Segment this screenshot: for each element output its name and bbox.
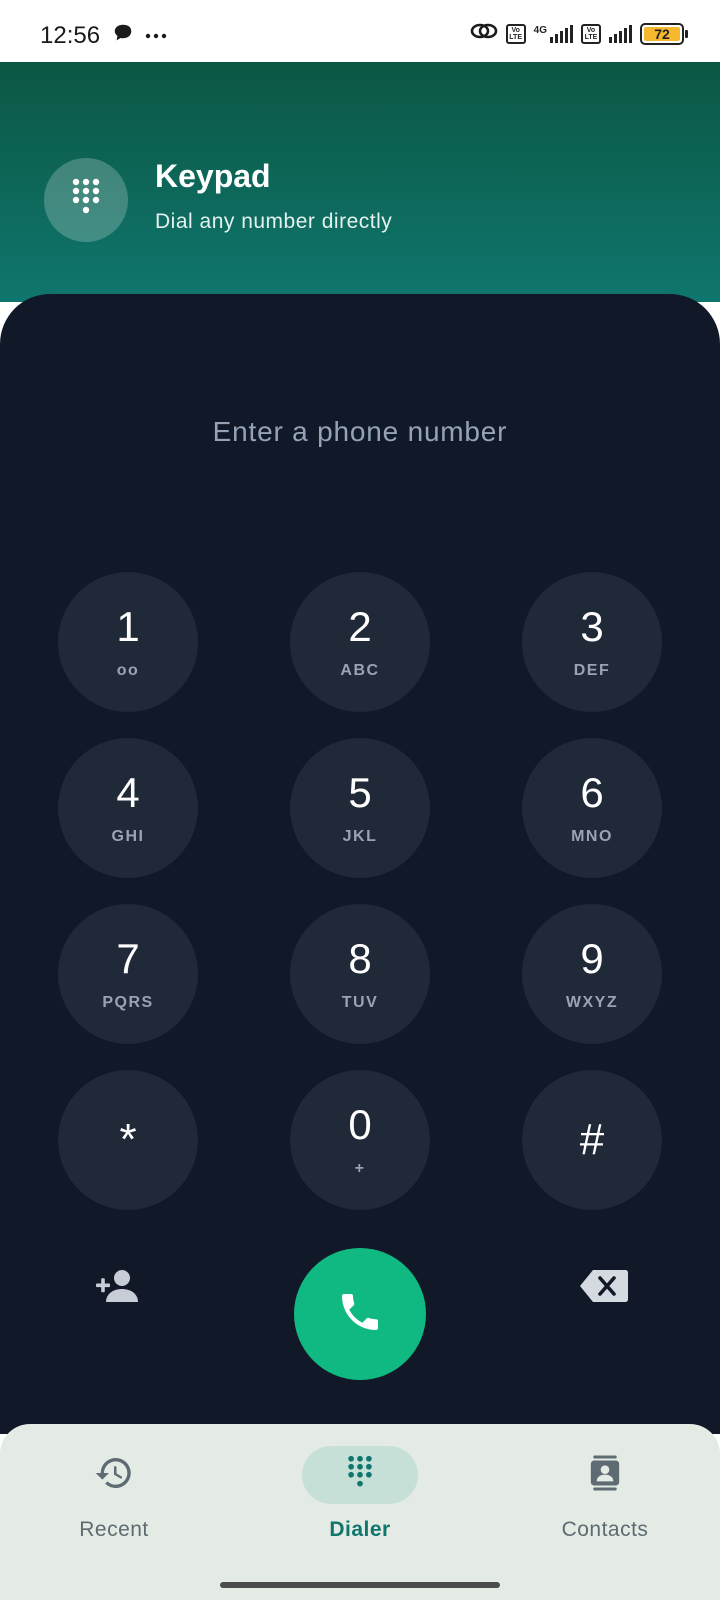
- nav-icon-pill: [547, 1446, 663, 1504]
- status-left-icons: [112, 22, 168, 49]
- status-bar: 12:56 Vo LTE 4G Vo LTE 72: [0, 0, 720, 62]
- key-0[interactable]: 0 +: [290, 1070, 430, 1210]
- nav-contacts[interactable]: Contacts: [505, 1446, 705, 1556]
- status-right-icons: Vo LTE 4G Vo LTE 72: [470, 20, 688, 47]
- key-digit: 2: [348, 603, 372, 650]
- contacts-icon: [585, 1453, 625, 1498]
- key-letters: TUV: [341, 994, 379, 1011]
- nav-label: Recent: [79, 1518, 149, 1541]
- dialpad-icon: [68, 176, 104, 225]
- signal-4g-icon: 4G: [533, 24, 573, 43]
- key-7[interactable]: 7 PQRS: [58, 904, 198, 1044]
- key-6[interactable]: 6 MNO: [522, 738, 662, 878]
- more-dots-icon: [144, 27, 168, 45]
- battery-level: 72: [644, 26, 680, 41]
- phone-icon: [336, 1288, 384, 1341]
- key-digit: 5: [348, 769, 372, 816]
- key-digit: #: [579, 1115, 605, 1164]
- key-letters: oo: [116, 662, 140, 679]
- key-digit: 8: [348, 935, 372, 982]
- key-digit: 9: [580, 935, 604, 982]
- key-digit: 3: [580, 603, 604, 650]
- key-letters: WXYZ: [565, 994, 619, 1011]
- key-digit: 7: [116, 935, 140, 982]
- dialpad-icon: [344, 1453, 376, 1498]
- key-digit: 6: [580, 769, 604, 816]
- key-2[interactable]: 2 ABC: [290, 572, 430, 712]
- key-letters: PQRS: [102, 994, 154, 1011]
- key-5[interactable]: 5 JKL: [290, 738, 430, 878]
- key-digit: 1: [116, 603, 140, 650]
- nav-dialer[interactable]: Dialer: [260, 1446, 460, 1556]
- phone-number-display[interactable]: Enter a phone number: [0, 416, 720, 448]
- history-icon: [94, 1453, 134, 1498]
- key-star[interactable]: *: [58, 1070, 198, 1210]
- key-8[interactable]: 8 TUV: [290, 904, 430, 1044]
- nav-icon-pill-active: [302, 1446, 418, 1504]
- bottom-navigation: Recent Dialer Contacts: [0, 1424, 720, 1600]
- nav-icon-pill: [56, 1446, 172, 1504]
- key-1[interactable]: 1 oo: [58, 572, 198, 712]
- key-letters: MNO: [571, 828, 613, 845]
- backspace-button[interactable]: [574, 1262, 634, 1314]
- nav-label: Contacts: [561, 1518, 649, 1541]
- home-indicator[interactable]: [220, 1582, 500, 1588]
- status-time: 12:56: [40, 22, 101, 49]
- key-digit: 0: [348, 1101, 372, 1148]
- keypad-header: Keypad Dial any number directly: [0, 62, 720, 302]
- page-subtitle: Dial any number directly: [155, 210, 393, 233]
- key-letters: JKL: [342, 828, 378, 845]
- key-3[interactable]: 3 DEF: [522, 572, 662, 712]
- key-9[interactable]: 9 WXYZ: [522, 904, 662, 1044]
- nav-recent[interactable]: Recent: [14, 1446, 214, 1556]
- person-add-icon: [94, 1268, 142, 1309]
- network-type: 4G: [533, 24, 547, 36]
- key-letters: +: [354, 1160, 366, 1177]
- header-icon-container: [44, 158, 128, 242]
- signal-icon: [609, 24, 632, 43]
- nav-label: Dialer: [329, 1518, 391, 1541]
- dialer-panel: Enter a phone number 1 oo 2 ABC 3 DEF 4 …: [0, 294, 720, 1434]
- key-letters: GHI: [111, 828, 145, 845]
- key-4[interactable]: 4 GHI: [58, 738, 198, 878]
- page-title: Keypad: [155, 158, 271, 194]
- key-letters: ABC: [340, 662, 380, 679]
- chat-bubble-icon: [112, 22, 134, 49]
- volte-badge-1: Vo LTE: [505, 23, 526, 44]
- key-digit: 4: [116, 769, 140, 816]
- call-button[interactable]: [294, 1248, 426, 1380]
- link-icon: [470, 20, 498, 47]
- backspace-icon: [579, 1268, 629, 1309]
- battery-icon: 72: [640, 22, 688, 45]
- add-contact-button[interactable]: [86, 1262, 150, 1314]
- key-letters: DEF: [573, 662, 611, 679]
- key-hash[interactable]: #: [522, 1070, 662, 1210]
- volte-badge-2: Vo LTE: [581, 23, 601, 44]
- key-digit: *: [119, 1115, 137, 1164]
